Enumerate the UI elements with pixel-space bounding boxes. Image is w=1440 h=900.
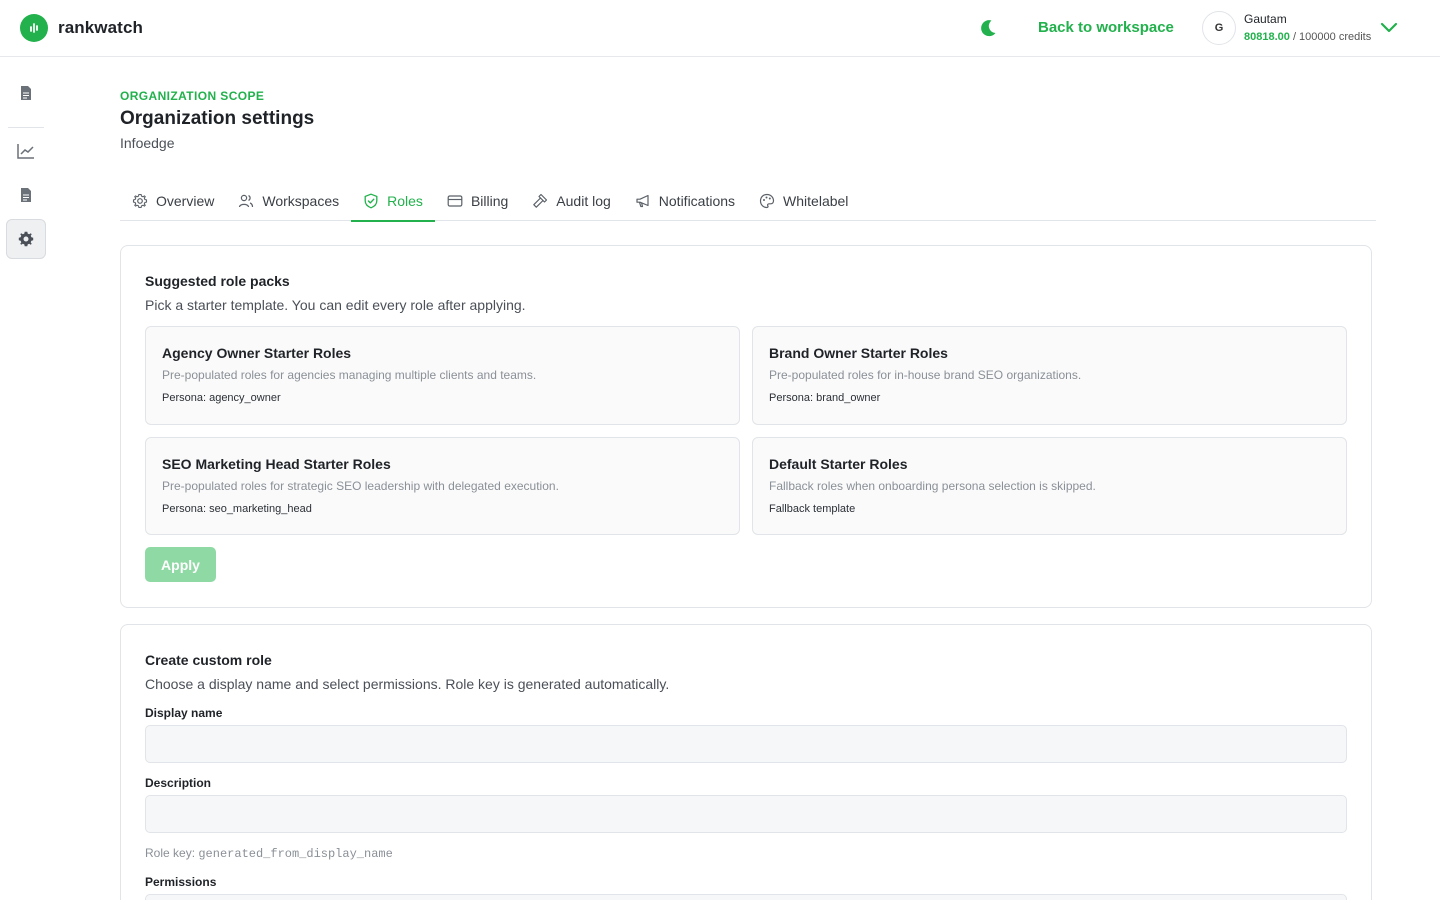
role-key-value: generated_from_display_name [198,847,393,861]
tab-roles[interactable]: Roles [351,180,435,222]
gear-icon [18,231,34,247]
line-chart-icon [17,144,34,159]
settings-tabs: Overview Workspaces Roles Billing Audit … [120,180,1376,222]
rankwatch-logo-icon [20,14,48,42]
role-pack-seo-marketing-head[interactable]: SEO Marketing Head Starter Roles Pre-pop… [145,437,740,535]
credit-card-icon [447,194,463,207]
role-pack-agency-owner[interactable]: Agency Owner Starter Roles Pre-populated… [145,326,740,425]
credits-display: 80818.00 / 100000 credits [1244,29,1371,45]
dark-mode-toggle-icon[interactable] [978,18,998,38]
pack-description: Pre-populated roles for agencies managin… [162,368,537,382]
sidebar-item-reports[interactable] [6,175,46,215]
brand-logo[interactable]: rankwatch [20,14,143,42]
role-packs-panel: Suggested role packs Pick a starter temp… [120,245,1372,608]
custom-role-title: Create custom role [145,652,272,668]
pack-persona: Persona: agency_owner [162,392,281,404]
organization-name: Infoedge [120,135,175,151]
tab-billing[interactable]: Billing [435,180,520,221]
pack-persona: Persona: brand_owner [769,392,881,404]
apply-button[interactable]: Apply [145,547,216,582]
role-key-hint: Role key: generated_from_display_name [145,846,393,861]
tab-audit-log[interactable]: Audit log [520,180,622,221]
tab-notifications[interactable]: Notifications [623,180,747,221]
pack-title: SEO Marketing Head Starter Roles [162,456,391,472]
custom-role-subtitle: Choose a display name and select permiss… [145,676,670,692]
tab-label: Billing [470,192,509,209]
sidebar-item-settings[interactable] [6,219,46,259]
shield-check-icon [364,193,378,208]
role-pack-brand-owner[interactable]: Brand Owner Starter Roles Pre-populated … [752,326,1347,425]
gear-icon [132,193,148,208]
permissions-label: Permissions [145,875,217,889]
pack-title: Agency Owner Starter Roles [162,345,352,361]
top-bar: rankwatch Back to workspace G Gautam 808… [0,0,1440,57]
pack-persona: Fallback template [769,503,856,515]
tab-workspaces[interactable]: Workspaces [226,180,351,221]
tab-label: Workspaces [262,192,340,209]
megaphone-icon [636,194,649,207]
document-icon [21,188,31,202]
tab-label: Whitelabel [783,192,849,209]
description-label: Description [145,776,212,790]
users-icon [239,194,254,207]
hammer-icon [533,193,548,208]
back-to-workspace-link[interactable]: Back to workspace [1038,19,1174,36]
user-info: Gautam 80818.00 / 100000 credits [1244,11,1371,45]
sidebar-item-analytics[interactable] [6,131,46,171]
brand-name: rankwatch [58,18,143,37]
pack-description: Pre-populated roles for strategic SEO le… [162,479,559,493]
permissions-list[interactable] [145,894,1347,900]
tab-label: Overview [156,192,215,209]
scope-eyebrow: ORGANIZATION SCOPE [120,89,265,103]
tab-label: Audit log [556,192,611,209]
pack-title: Brand Owner Starter Roles [769,345,948,361]
avatar: G [1202,11,1236,45]
pack-title: Default Starter Roles [769,456,908,472]
tab-whitelabel[interactable]: Whitelabel [747,180,860,221]
display-name-label: Display name [145,706,223,720]
page-title: Organization settings [120,108,315,129]
chevron-down-icon[interactable] [1379,18,1399,38]
tab-label: Notifications [658,192,736,209]
pack-description: Pre-populated roles for in-house brand S… [769,368,1082,382]
tab-overview[interactable]: Overview [120,180,226,221]
role-packs-title: Suggested role packs [145,273,290,289]
display-name-field[interactable] [145,725,1347,763]
role-packs-subtitle: Pick a starter template. You can edit ev… [145,297,526,313]
user-name: Gautam [1244,12,1287,26]
sidebar-item-documents[interactable] [6,73,46,113]
sidebar-divider [8,127,44,128]
tab-label: Roles [387,192,423,209]
palette-icon [759,193,775,208]
description-field[interactable] [145,795,1347,833]
pack-persona: Persona: seo_marketing_head [162,503,312,515]
user-menu[interactable]: G Gautam 80818.00 / 100000 credits [1202,11,1399,45]
role-key-label: Role key: [145,846,199,860]
document-icon [21,86,31,100]
credits-total: / 100000 credits [1289,31,1372,43]
custom-role-panel: Create custom role Choose a display name… [120,624,1372,900]
sidebar [0,57,52,900]
pack-description: Fallback roles when onboarding persona s… [769,479,1096,493]
credits-used: 80818.00 [1244,31,1290,43]
role-pack-default[interactable]: Default Starter Roles Fallback roles whe… [752,437,1347,535]
